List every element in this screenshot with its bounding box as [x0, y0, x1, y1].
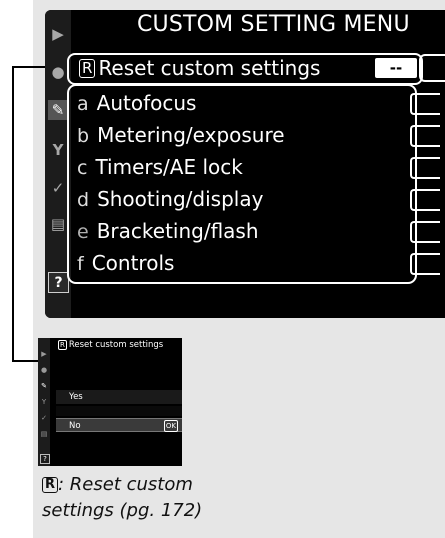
reset-glyph: R	[42, 477, 59, 493]
help-icon: ?	[40, 454, 50, 464]
reset-value-badge: --	[375, 58, 417, 78]
my-menu-icon[interactable]: ▤	[48, 214, 68, 234]
item-letter: c	[77, 157, 88, 179]
group-indicator	[410, 189, 440, 211]
reset-submenu-screen: ▶ ● ✎ Y ✓ ▤ ? R Reset custom settings Yes…	[38, 338, 182, 466]
item-label: Controls	[91, 251, 175, 275]
manual-page: ▶ ● ✎ Y ✓ ▤ ? CUSTOM SETTING MENU R Reset…	[0, 0, 445, 538]
item-letter: d	[77, 189, 90, 211]
playback-icon: ▶	[41, 350, 47, 358]
menu-title: CUSTOM SETTING MENU	[137, 12, 410, 37]
menu-item-controls[interactable]: f Controls	[77, 248, 174, 278]
my-menu-icon: ▤	[40, 430, 48, 438]
setup-icon[interactable]: Y	[48, 140, 68, 160]
menu-item-metering-exposure[interactable]: b Metering/exposure	[77, 120, 285, 150]
shooting-icon: ●	[40, 366, 48, 374]
ok-badge: OK	[163, 420, 178, 432]
menu-item-bracketing-flash[interactable]: e Bracketing/flash	[77, 216, 259, 246]
custom-setting-icon[interactable]: ✎	[48, 100, 68, 120]
group-indicator	[410, 253, 440, 275]
submenu-title-text: Reset custom settings	[68, 340, 164, 350]
item-label: Autofocus	[96, 91, 197, 115]
item-label: Shooting/display	[97, 187, 264, 211]
reset-glyph: R	[58, 340, 67, 350]
custom-settings-group: a Autofocus b Metering/exposure c Timers/AE…	[67, 84, 417, 284]
caption-line2: settings (pg. 172)	[42, 500, 203, 521]
option-no-label: No	[69, 421, 81, 431]
setup-icon: Y	[41, 398, 47, 406]
menu-item-autofocus[interactable]: a Autofocus	[77, 88, 196, 118]
submenu-tab-column: ▶ ● ✎ Y ✓ ▤ ?	[38, 338, 50, 466]
item-letter: f	[77, 253, 84, 275]
caption: R: Reset custom settings (pg. 172)	[42, 472, 242, 524]
playback-icon[interactable]: ▶	[48, 24, 68, 44]
group-indicator	[410, 125, 440, 147]
item-letter: e	[77, 221, 89, 243]
submenu-title: R Reset custom settings	[58, 340, 163, 350]
reset-glyph: R	[79, 59, 96, 78]
connector-line	[12, 66, 14, 362]
caption-line1: : Reset custom	[58, 474, 193, 495]
retouch-icon[interactable]: ✓	[48, 178, 68, 198]
menu-item-timers-ae-lock[interactable]: c Timers/AE lock	[77, 152, 243, 182]
item-label: Timers/AE lock	[95, 155, 243, 179]
group-indicator	[410, 221, 440, 243]
retouch-icon: ✓	[41, 414, 47, 422]
connector-line	[12, 66, 46, 68]
camera-menu-screen: ▶ ● ✎ Y ✓ ▤ ? CUSTOM SETTING MENU R Reset…	[45, 10, 445, 318]
reset-label: Reset custom settings	[98, 56, 321, 80]
custom-setting-icon: ✎	[41, 382, 47, 390]
option-yes[interactable]: Yes	[56, 390, 182, 404]
item-label: Bracketing/flash	[96, 219, 259, 243]
group-indicator	[410, 157, 440, 179]
connector-line	[12, 360, 40, 362]
item-letter: a	[77, 93, 89, 115]
group-indicator	[410, 93, 440, 115]
item-label: Metering/exposure	[97, 123, 285, 147]
divider	[56, 406, 182, 416]
shooting-icon[interactable]: ●	[48, 62, 68, 82]
item-letter: b	[77, 125, 90, 147]
reset-custom-settings-item[interactable]: R Reset custom settings --	[67, 53, 423, 85]
menu-item-shooting-display[interactable]: d Shooting/display	[77, 184, 263, 214]
option-no[interactable]: No OK	[56, 418, 182, 432]
help-icon[interactable]: ?	[48, 272, 69, 293]
